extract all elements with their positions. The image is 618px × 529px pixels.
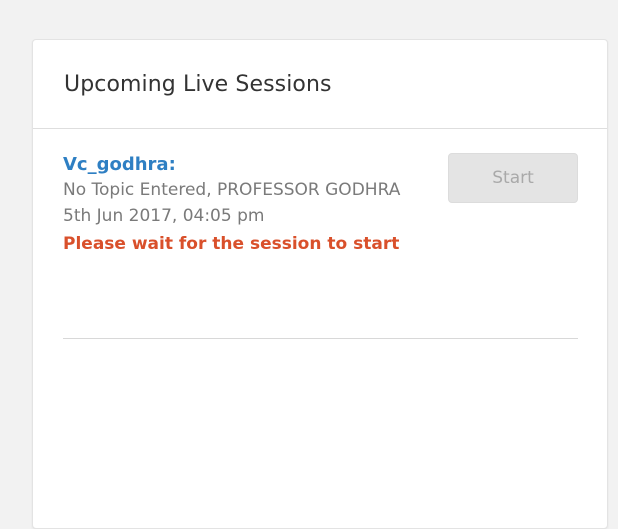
session-topic: No Topic Entered, PROFESSOR GODHRA bbox=[63, 180, 401, 200]
start-session-button[interactable]: Start bbox=[448, 153, 578, 203]
panel-title: Upcoming Live Sessions bbox=[64, 71, 332, 97]
session-datetime: 5th Jun 2017, 04:05 pm bbox=[63, 206, 265, 226]
panel-header: Upcoming Live Sessions bbox=[33, 40, 607, 129]
session-status-message: Please wait for the session to start bbox=[63, 234, 400, 254]
upcoming-sessions-panel: Upcoming Live Sessions Vc_godhra: No Top… bbox=[32, 39, 608, 529]
session-item: Vc_godhra: No Topic Entered, PROFESSOR G… bbox=[63, 129, 578, 339]
